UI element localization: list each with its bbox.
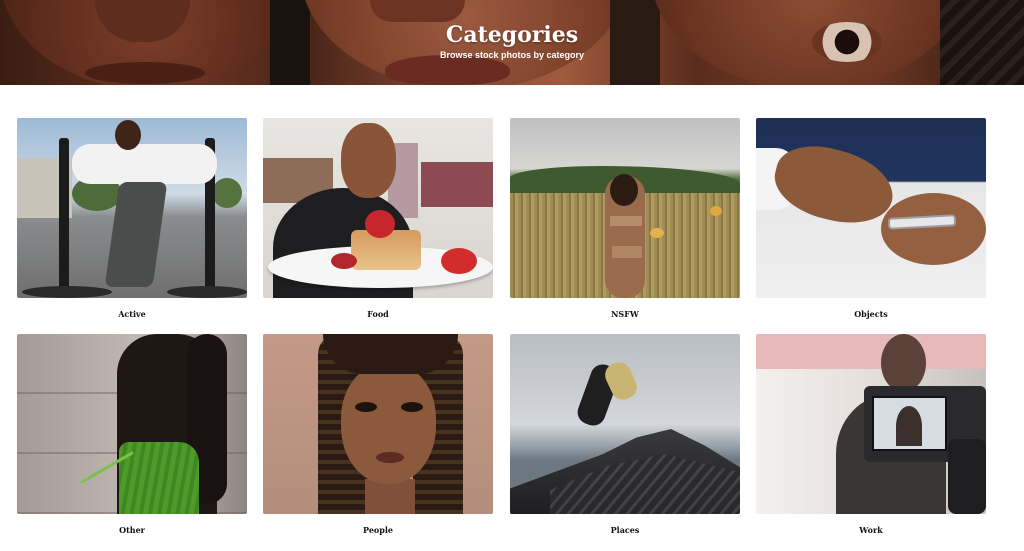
photo-detail (881, 334, 926, 392)
photo-detail (896, 406, 922, 446)
hero-lips-left (85, 62, 205, 84)
photo-detail (59, 138, 69, 293)
photo-detail (72, 144, 217, 184)
active-photo[interactable] (17, 118, 247, 298)
photo-detail (212, 178, 242, 208)
category-label[interactable]: Other (17, 525, 247, 535)
page-title: Categories (445, 22, 579, 48)
photo-detail (323, 334, 458, 374)
category-tile-nsfw[interactable]: NSFW (510, 118, 740, 319)
category-label[interactable]: NSFW (510, 309, 740, 319)
food-photo[interactable] (263, 118, 493, 298)
photo-detail (710, 206, 722, 216)
photo-detail (355, 402, 377, 412)
category-label[interactable]: Objects (756, 309, 986, 319)
photo-detail (341, 123, 396, 198)
photo-detail (167, 286, 247, 298)
photo-detail (115, 120, 141, 150)
category-tile-work[interactable]: Work (756, 334, 986, 535)
category-tile-food[interactable]: Food (263, 118, 493, 319)
page-subtitle: Browse stock photos by category (439, 50, 585, 60)
photo-detail (756, 334, 986, 369)
category-tile-objects[interactable]: Objects (756, 118, 986, 319)
category-tile-places[interactable]: Places (510, 334, 740, 535)
photo-detail (401, 402, 423, 412)
category-tile-people[interactable]: People (263, 334, 493, 535)
hero-text: Categories Browse stock photos by catego… (0, 22, 1024, 61)
photo-detail (610, 216, 642, 226)
hero-nose-center (370, 0, 465, 22)
photo-detail (948, 439, 986, 514)
category-label[interactable]: Places (510, 525, 740, 535)
category-label[interactable]: People (263, 525, 493, 535)
category-label[interactable]: Active (17, 309, 247, 319)
places-photo[interactable] (510, 334, 740, 514)
photo-detail (365, 210, 395, 238)
nsfw-photo[interactable] (510, 118, 740, 298)
hero-banner: Categories Browse stock photos by catego… (0, 0, 1024, 85)
photo-detail (441, 248, 477, 274)
objects-photo[interactable] (756, 118, 986, 298)
photo-detail (421, 162, 493, 207)
photo-detail (341, 364, 436, 484)
photo-detail (365, 479, 415, 514)
photo-detail (650, 228, 664, 238)
photo-detail (331, 253, 357, 269)
people-photo[interactable] (263, 334, 493, 514)
category-tile-other[interactable]: Other (17, 334, 247, 535)
photo-detail (376, 452, 404, 463)
work-photo[interactable] (756, 334, 986, 514)
category-tile-active[interactable]: Active (17, 118, 247, 319)
category-label[interactable]: Work (756, 525, 986, 535)
other-photo[interactable] (17, 334, 247, 514)
photo-detail (767, 136, 901, 234)
photo-detail (22, 286, 112, 298)
photo-detail (612, 246, 642, 258)
photo-detail (610, 174, 638, 206)
category-label[interactable]: Food (263, 309, 493, 319)
